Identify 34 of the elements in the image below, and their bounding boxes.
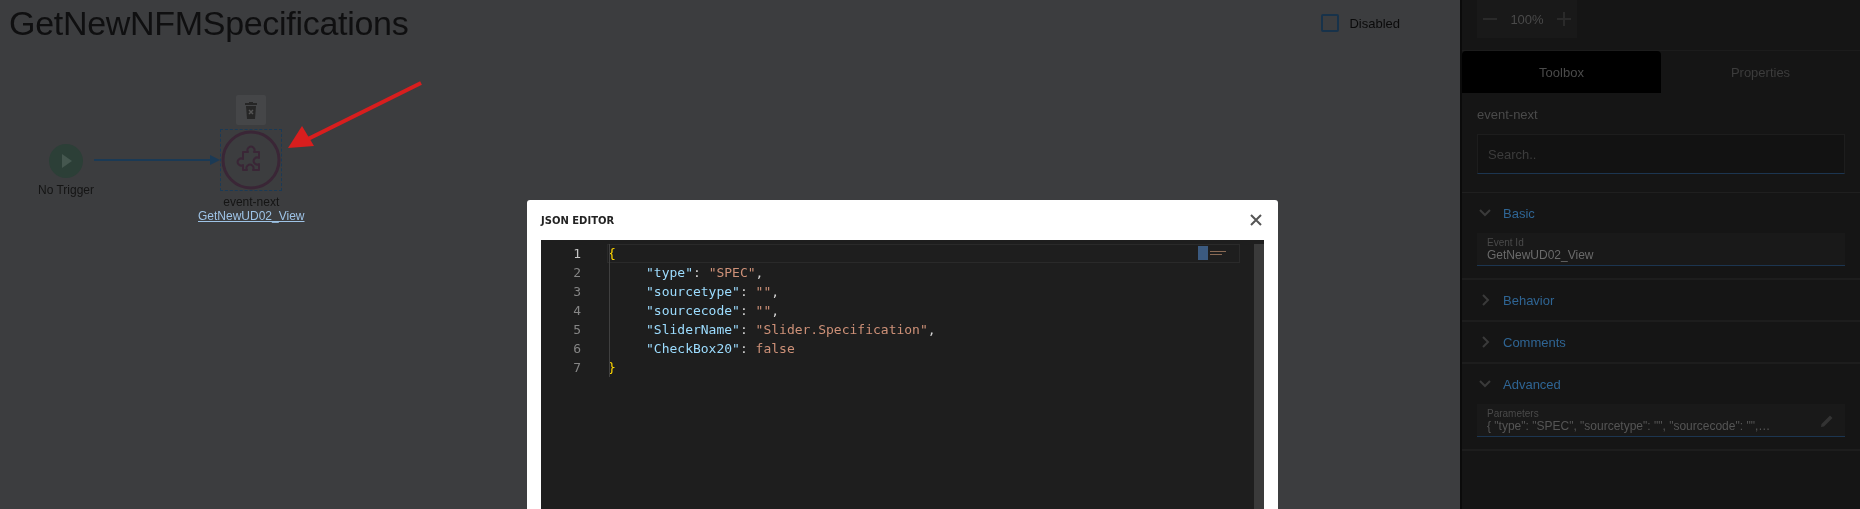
code-line: "type": "SPEC", bbox=[645, 264, 765, 282]
code-line: "sourcetype": "", bbox=[645, 283, 781, 301]
checkbox-square[interactable] bbox=[1321, 14, 1340, 32]
section-header[interactable]: Basic bbox=[1477, 193, 1845, 233]
code-line: "sourcecode": "", bbox=[645, 302, 781, 320]
field-value: { "type": "SPEC", "sourcetype": "", "sourcecode": "",… bbox=[1487, 419, 1771, 433]
line-number: 3 bbox=[572, 284, 582, 299]
close-button[interactable] bbox=[1248, 212, 1264, 228]
line-number: 4 bbox=[572, 303, 582, 318]
field-value: GetNewUD02_View bbox=[1487, 248, 1594, 262]
line-number: 2 bbox=[572, 265, 582, 280]
code-line: "SliderName": "Slider.Specification", bbox=[645, 321, 937, 339]
play-icon[interactable] bbox=[48, 143, 84, 179]
chevron-icon bbox=[1479, 378, 1491, 390]
line-number: 5 bbox=[572, 322, 582, 337]
trash-icon bbox=[244, 101, 259, 119]
scrollbar[interactable] bbox=[1254, 244, 1264, 509]
line-number: 1 bbox=[572, 246, 582, 261]
chevron-icon bbox=[1479, 336, 1491, 348]
code-line: "CheckBox20": false bbox=[645, 340, 796, 358]
section-header[interactable]: Comments bbox=[1477, 322, 1845, 362]
dialog-title: JSON EDITOR bbox=[541, 214, 615, 226]
panel-tab[interactable]: Toolbox bbox=[1462, 51, 1661, 93]
line-number: 6 bbox=[572, 341, 582, 356]
line-number: 7 bbox=[572, 360, 582, 375]
chevron-icon bbox=[1479, 294, 1491, 306]
event-node[interactable] bbox=[220, 129, 283, 191]
section-header[interactable]: Behavior bbox=[1477, 280, 1845, 320]
close-icon bbox=[1250, 214, 1262, 226]
puzzle-icon bbox=[221, 130, 282, 190]
section-header[interactable]: Advanced bbox=[1477, 364, 1845, 404]
delete-button[interactable] bbox=[236, 95, 267, 125]
event-link[interactable]: GetNewUD02_View bbox=[198, 209, 305, 223]
chevron-icon bbox=[1479, 207, 1491, 219]
